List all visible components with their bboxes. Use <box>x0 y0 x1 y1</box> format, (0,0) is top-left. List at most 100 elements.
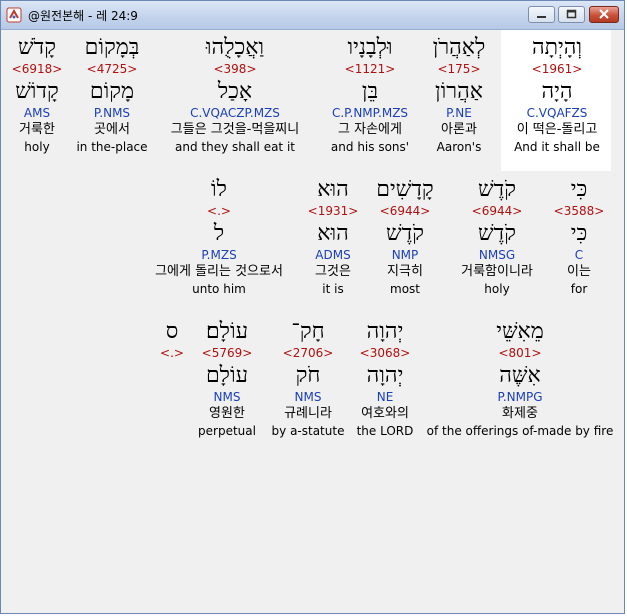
word-cell[interactable]: מֵאִשֵּׁי <801> אִשֶּׁה P.NMPG 화제중 of th… <box>422 319 618 439</box>
strong-number[interactable]: <3588> <box>544 203 614 219</box>
korean-gloss: 거룩함이니라 <box>461 264 533 279</box>
word-cell[interactable]: וּלְבָנָיו <1121> בֵּן C.P.NMP.MZS 그 자손에… <box>318 35 422 155</box>
strong-number[interactable]: <1121> <box>318 61 422 77</box>
hebrew-lexeme: קֹדֶשׁ <box>386 221 424 246</box>
hebrew-lexeme: חֹק <box>295 363 321 388</box>
word-cell[interactable]: וַאֲכָלֻהוּ <398> אָכַל C.VQACZP.MZS 그들은… <box>152 35 318 155</box>
english-gloss: by a-statute <box>271 424 345 438</box>
hebrew-lexeme: הוּא <box>317 221 349 246</box>
word-cell[interactable]: חָק־ <2706> חֹק NMS 규례니라 by a-statute <box>268 319 348 439</box>
morphology-code: NE <box>376 390 394 404</box>
korean-gloss: 그것은 <box>315 264 351 279</box>
hebrew-word: קֹדֶשׁ <box>478 177 516 202</box>
korean-gloss: 이는 <box>567 264 591 279</box>
hebrew-lexeme: אָכַל <box>217 79 253 104</box>
strong-number[interactable]: <3068> <box>347 345 423 361</box>
word-cell[interactable]: קָדֹשׁ <6918> קָדוֹשׁ AMS 거룩한 holy <box>7 35 67 155</box>
strong-number[interactable]: <.> <box>134 203 304 219</box>
hebrew-lexeme: עוֹלָם <box>205 363 249 388</box>
word-cell[interactable]: לוֹ <.> ל P.MZS 그에게 돌리는 것으로서 unto him <box>134 177 304 297</box>
korean-gloss: 영원한 <box>209 406 245 421</box>
hebrew-word: יְהוָה <box>366 319 404 344</box>
strong-number[interactable]: <801> <box>422 345 618 361</box>
word-cell[interactable]: עוֹלָם׃ <5769> עוֹלָם NMS 영원한 perpetual <box>194 319 260 439</box>
maximize-button[interactable] <box>558 6 585 23</box>
morphology-code: P.MZS <box>201 248 237 262</box>
korean-gloss: 규례니라 <box>284 406 332 421</box>
hebrew-word: וּלְבָנָיו <box>347 35 393 60</box>
hebrew-lexeme: ל <box>213 221 225 246</box>
english-gloss: unto him <box>192 282 246 296</box>
english-gloss: holy <box>24 140 50 154</box>
hebrew-lexeme: אִשֶּׁה <box>499 363 541 388</box>
korean-gloss: 그들은 그것을-먹을찌니 <box>170 122 300 137</box>
word-cell[interactable]: וְהָיְתָה <1961> הָיָה C.VQAFZS 이 떡은-돌리고… <box>502 35 612 155</box>
hebrew-word: בְּמָקוֹם <box>84 35 140 60</box>
strong-number[interactable]: <398> <box>152 61 318 77</box>
morphology-code: P.NE <box>446 106 472 120</box>
minimize-button[interactable] <box>528 6 555 23</box>
morphology-code: P.NMPG <box>497 390 543 404</box>
korean-gloss: 그에게 돌리는 것으로서 <box>155 264 283 279</box>
english-gloss: the LORD <box>356 424 414 438</box>
word-cell[interactable]: לְאַהֲרֹן <175> אַהֲרוֹן P.NE 아론과 Aaron'… <box>419 35 499 155</box>
korean-gloss: 그 자손에게 <box>338 122 402 137</box>
hebrew-word: לְאַהֲרֹן <box>432 35 486 60</box>
hebrew-lexeme: הָיָה <box>541 79 573 104</box>
english-gloss: of the offerings of-made by fire <box>426 424 614 438</box>
hebrew-word: לוֹ <box>211 177 227 202</box>
korean-gloss: 이 떡은-돌리고 <box>516 122 598 137</box>
strong-number[interactable]: <2706> <box>268 345 348 361</box>
english-gloss: it is <box>322 282 344 296</box>
morphology-code: NMS <box>213 390 241 404</box>
strong-number[interactable]: <1931> <box>300 203 366 219</box>
hebrew-lexeme: אַהֲרוֹן <box>435 79 483 104</box>
hebrew-lexeme: בֵּן <box>361 79 379 104</box>
minimize-icon <box>537 16 546 18</box>
morphology-code: P.NMS <box>93 106 131 120</box>
maximize-icon <box>566 9 577 19</box>
close-button[interactable] <box>589 6 619 23</box>
hebrew-lexeme: יְהוָה <box>366 363 404 388</box>
hebrew-word: הוּא <box>317 177 349 202</box>
word-cell[interactable]: קָדָשִׁים <6944> קֹדֶשׁ NMP 지극히 most <box>364 177 446 297</box>
korean-gloss: 지극히 <box>387 264 423 279</box>
hebrew-word: וְהָיְתָה <box>531 35 583 60</box>
word-cell[interactable]: כִּי <3588> כִּי C 이는 for <box>544 177 614 297</box>
korean-gloss: 여호와의 <box>361 406 409 421</box>
morphology-code: C.VQAFZS <box>526 106 588 120</box>
strong-number[interactable]: <.> <box>156 345 188 361</box>
english-gloss: perpetual <box>198 424 256 438</box>
word-cell[interactable]: בְּמָקוֹם <4725> מָקוֹם P.NMS 곳에서 in the… <box>70 35 154 155</box>
strong-number[interactable]: <6944> <box>364 203 446 219</box>
hebrew-lexeme: קָדוֹשׁ <box>15 79 59 104</box>
morphology-code: ADMS <box>315 248 351 262</box>
korean-gloss: 거룩한 <box>19 122 55 137</box>
word-cell[interactable]: הוּא <1931> הוּא ADMS 그것은 it is <box>300 177 366 297</box>
hebrew-lexeme: כִּי <box>570 221 588 246</box>
english-gloss: most <box>390 282 420 296</box>
korean-gloss: 곳에서 <box>94 122 130 137</box>
hebrew-word: מֵאִשֵּׁי <box>496 319 544 344</box>
english-gloss: and they shall eat it <box>175 140 295 154</box>
word-cell[interactable]: יְהוָה <3068> יְהוָה NE 여호와의 the LORD <box>347 319 423 439</box>
strong-number[interactable]: <4725> <box>70 61 154 77</box>
word-cell[interactable]: ס <.> <box>156 319 188 361</box>
strong-number[interactable]: <5769> <box>194 345 260 361</box>
title-bar[interactable]: @원전본해 - 레 24:9 <box>1 1 624 30</box>
english-gloss: Aaron's <box>436 140 482 154</box>
hebrew-word: קָדָשִׁים <box>376 177 434 202</box>
app-window: @원전본해 - 레 24:9 וְהָיְתָה <1961> הָיָה C.… <box>0 0 625 614</box>
word-cell[interactable]: קֹדֶשׁ <6944> קֹדֶשׁ NMSG 거룩함이니라 holy <box>444 177 550 297</box>
window-title: @원전본해 - 레 24:9 <box>28 9 138 23</box>
strong-number[interactable]: <1961> <box>502 61 612 77</box>
english-gloss: and his sons' <box>330 140 410 154</box>
strong-number[interactable]: <175> <box>419 61 499 77</box>
hebrew-word: כִּי <box>570 177 588 202</box>
strong-number[interactable]: <6918> <box>7 61 67 77</box>
strong-number[interactable]: <6944> <box>444 203 550 219</box>
hebrew-word: חָק־ <box>291 319 325 344</box>
morphology-code: NMS <box>294 390 322 404</box>
english-gloss: And it shall be <box>514 140 600 154</box>
english-gloss: for <box>570 282 588 296</box>
